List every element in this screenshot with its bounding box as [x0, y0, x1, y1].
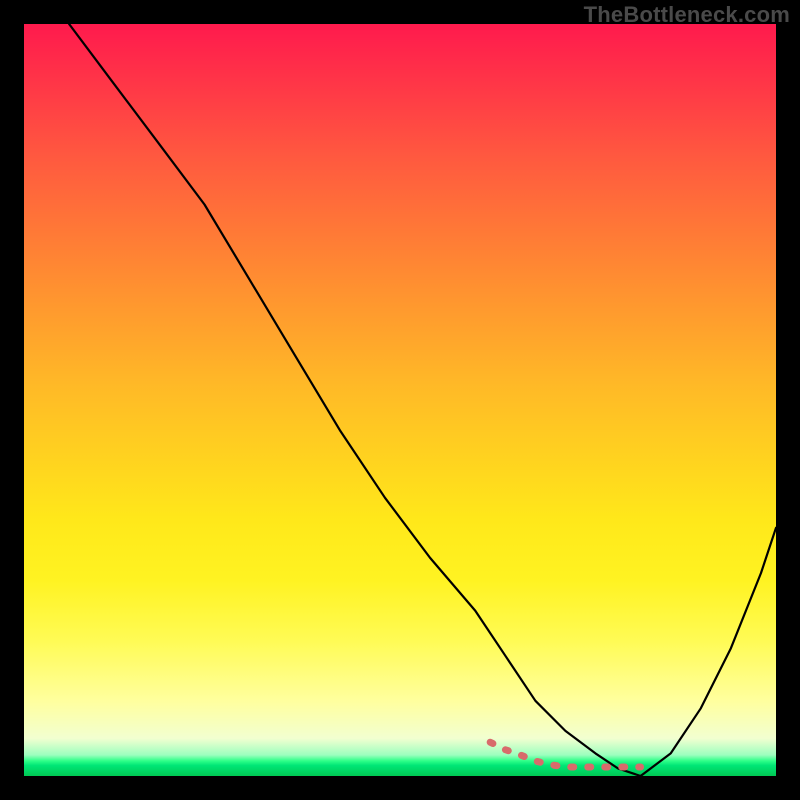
chart-gradient-background	[24, 24, 776, 776]
chart-frame	[24, 24, 776, 776]
